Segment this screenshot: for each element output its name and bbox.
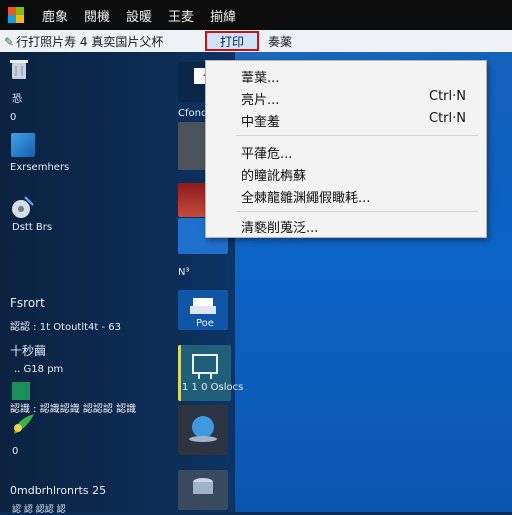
dropdown-item-7[interactable]: 清褻削蒐泛... (241, 217, 318, 236)
leaf-app-icon[interactable] (10, 410, 36, 438)
screen: 鹿象 閱機 設暖 王麦 揃緯 ✎ 行打照片寿 4 真奕国片父杯 打印 奏薬 恐 0… (0, 0, 512, 515)
desktop-label-12: 認 認 認認 認 (12, 505, 66, 515)
menu-item-4[interactable]: 王麦 (168, 6, 194, 25)
desktop-label-2: 0 (10, 112, 17, 123)
desktop-label-r3: Poe (196, 318, 214, 329)
disk-icon[interactable] (11, 195, 35, 221)
dropdown-shortcut-3: Ctrl·N (429, 111, 466, 126)
print-dropdown-menu: 葦葉... 亮片... Ctrl·N 中奎羞 Ctrl·N 平葎危... 的瞳訛… (205, 60, 487, 238)
toolbar-next-tab[interactable]: 奏薬 (268, 33, 292, 50)
dropdown-shortcut-2: Ctrl·N (429, 89, 466, 104)
print-tab[interactable]: 打印 (205, 31, 259, 51)
desktop-label-10: 0 (12, 446, 19, 457)
desktop-label-r4: 1 1 0 Oslocs (182, 382, 244, 393)
tile-globe[interactable] (178, 405, 228, 455)
pen-icon: ✎ (4, 34, 15, 49)
dropdown-item-2[interactable]: 亮片... (241, 89, 279, 108)
app-logo-icon (8, 7, 24, 23)
menu-item-5[interactable]: 揃緯 (210, 6, 236, 25)
desktop-label-4: Dstt Brs (12, 222, 53, 233)
dropdown-item-3[interactable]: 中奎羞 (241, 111, 280, 130)
toolbar-path: ✎ 行打照片寿 4 真奕国片父杯 (0, 33, 204, 50)
menu-item-1[interactable]: 鹿象 (42, 6, 68, 25)
menu-item-2[interactable]: 閱機 (84, 6, 110, 25)
desktop-label-6: 認認 : 1t Otoutlt4t - 63 (10, 322, 122, 333)
dropdown-item-1[interactable]: 葦葉... (241, 67, 279, 86)
toolbar-path-text: 行打照片寿 4 真奕国片父杯 (16, 34, 164, 49)
menu-item-3[interactable]: 設暖 (126, 6, 152, 25)
toolbar: ✎ 行打照片寿 4 真奕国片父杯 打印 奏薬 (0, 30, 512, 53)
dropdown-item-5[interactable]: 的瞳訛栴蘇 (241, 165, 306, 184)
desktop-label-r2: N³ (178, 267, 190, 278)
tile-storage[interactable] (178, 470, 228, 510)
desktop-label-8: .. G18 pm (14, 364, 64, 375)
globe-icon (189, 416, 217, 442)
app-icon-blue[interactable] (11, 133, 35, 157)
desktop-label-3: Exrsemhers (10, 162, 70, 173)
dropdown-item-6[interactable]: 全棘龍雛渊繩假瞰耗... (241, 187, 370, 206)
recycle-bin-icon[interactable] (10, 58, 28, 80)
app-icon-green[interactable] (12, 382, 30, 400)
desktop-label-5: Fsrort (10, 296, 45, 310)
desktop-label-11: 0mdbrhlronrts 25 (10, 484, 107, 497)
desktop-label-7: 十秒繭 (10, 344, 47, 358)
dropdown-separator-2 (236, 211, 478, 212)
storage-icon (193, 478, 213, 494)
dropdown-separator-1 (236, 135, 478, 136)
desktop-label-1: 恐 (12, 94, 22, 105)
menu-bar: 鹿象 閱機 設暖 王麦 揃緯 (0, 0, 512, 30)
dropdown-item-4[interactable]: 平葎危... (241, 143, 292, 162)
